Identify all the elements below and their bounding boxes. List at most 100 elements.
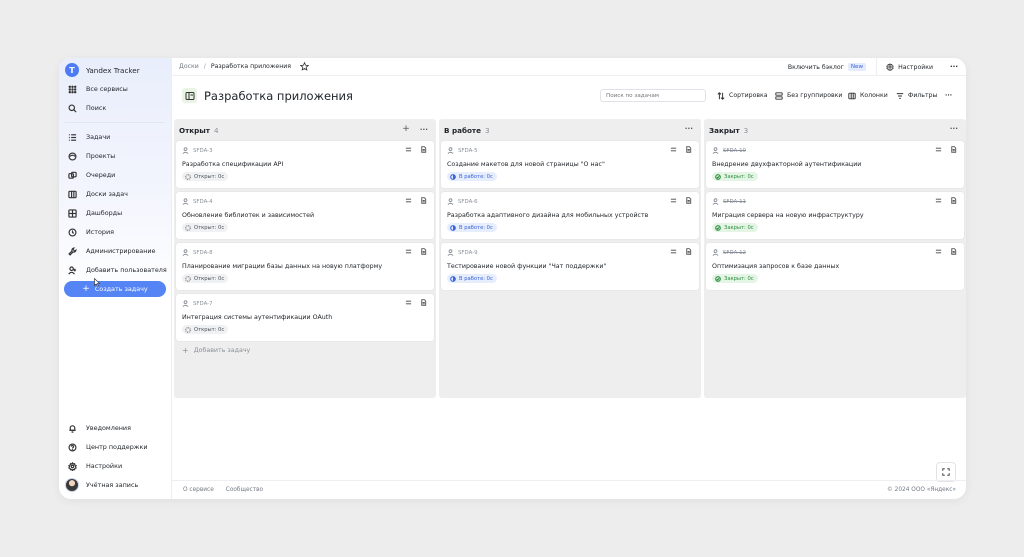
column-more-button[interactable]: ···: [685, 124, 693, 133]
footer-about-link[interactable]: О сервисе: [183, 487, 214, 493]
breadcrumb-boards[interactable]: Доски: [179, 63, 199, 70]
brand[interactable]: T Yandex Tracker: [65, 63, 140, 77]
assignee-icon: [182, 300, 189, 307]
sort-button[interactable]: Сортировка: [717, 90, 768, 101]
sidebar-item-add-user[interactable]: Добавить пользователя: [67, 263, 167, 277]
task-key[interactable]: SFDA-10: [723, 148, 746, 154]
status-label: Закрыт: 0с: [724, 173, 754, 180]
footer-community-link[interactable]: Сообщество: [226, 487, 263, 493]
column-more-button[interactable]: ···: [420, 125, 428, 134]
drag-handle-icon[interactable]: [405, 299, 412, 306]
columns-button[interactable]: Колонки: [848, 90, 888, 101]
task-title: Планирование миграции базы данных на нов…: [182, 263, 383, 270]
sidebar-item-label: Все сервисы: [86, 85, 128, 93]
open-status-icon: [185, 326, 191, 333]
task-key[interactable]: SFDA-6: [458, 199, 478, 205]
grid-icon: [67, 84, 77, 94]
drag-handle-icon[interactable]: [405, 197, 412, 204]
avatar: [65, 478, 79, 492]
task-key[interactable]: SFDA-4: [193, 199, 213, 205]
create-task-button[interactable]: + Создать задачу: [64, 281, 166, 297]
task-key[interactable]: SFDA-7: [193, 301, 213, 307]
drag-handle-icon[interactable]: [405, 146, 412, 153]
add-icon[interactable]: +: [402, 124, 410, 134]
task-card[interactable]: SFDA-8 Планирование миграции базы данных…: [176, 243, 434, 290]
sidebar-item-dashboards[interactable]: Дашборды: [67, 206, 122, 220]
sidebar-item-boards[interactable]: Доски задач: [67, 187, 128, 201]
sidebar-item-label: Администрирование: [86, 247, 156, 255]
task-card[interactable]: SFDA-3 Разработка спецификации API Откры…: [176, 141, 434, 188]
in-progress-status-icon: [450, 275, 456, 282]
board-settings-button[interactable]: Настройки: [886, 63, 933, 71]
wrench-icon: [67, 246, 77, 256]
check-circle-icon: [715, 275, 721, 282]
document-icon[interactable]: [685, 146, 692, 153]
status-badge: Открыт: 0с: [182, 274, 229, 283]
task-card[interactable]: SFDA-12 Оптимизация запросов к базе данн…: [706, 243, 964, 290]
sidebar-item-tasks[interactable]: Задачи: [67, 130, 110, 144]
sidebar-item-queues[interactable]: Очереди: [67, 168, 115, 182]
document-icon[interactable]: [950, 197, 957, 204]
document-icon[interactable]: [685, 197, 692, 204]
task-card[interactable]: SFDA-5 Создание макетов для новой страни…: [441, 141, 699, 188]
filters-button[interactable]: Фильтры: [896, 90, 937, 101]
sidebar-item-label: Уведомления: [86, 424, 131, 432]
column-header: Открыт 4 + ···: [179, 124, 431, 136]
task-card[interactable]: SFDA-9 Тестирование новой функции "Чат п…: [441, 243, 699, 290]
drag-handle-icon[interactable]: [935, 197, 942, 204]
header-more-button[interactable]: ···: [945, 90, 952, 101]
task-key[interactable]: SFDA-11: [723, 199, 746, 205]
task-key[interactable]: SFDA-8: [193, 250, 213, 256]
sidebar-item-label: Очереди: [86, 171, 116, 179]
sidebar-item-label: Центр поддержки: [86, 443, 148, 451]
task-card[interactable]: SFDA-10 Внедрение двухфакторной аутентиф…: [706, 141, 964, 188]
sidebar-item-support[interactable]: Центр поддержки: [67, 440, 148, 454]
column-more-button[interactable]: ···: [950, 124, 958, 133]
task-card[interactable]: SFDA-11 Миграция сервера на новую инфрас…: [706, 192, 964, 239]
document-icon[interactable]: [420, 197, 427, 204]
document-icon[interactable]: [950, 146, 957, 153]
sidebar-item-search[interactable]: Поиск: [67, 101, 106, 115]
status-badge: Открыт: 0с: [182, 223, 229, 232]
task-title: Тестирование новой функции "Чат поддержк…: [447, 263, 607, 270]
task-card[interactable]: SFDA-4 Обновление библиотек и зависимост…: [176, 192, 434, 239]
check-circle-icon: [715, 173, 721, 180]
drag-handle-icon[interactable]: [670, 248, 677, 255]
tracker-logo-icon: T: [65, 63, 79, 77]
task-key[interactable]: SFDA-3: [193, 148, 213, 154]
grouping-button[interactable]: Без группировки: [775, 90, 842, 101]
search-input[interactable]: [600, 89, 706, 102]
bell-icon: [67, 423, 77, 433]
drag-handle-icon[interactable]: [405, 248, 412, 255]
document-icon[interactable]: [420, 299, 427, 306]
drag-handle-icon[interactable]: [935, 146, 942, 153]
breadcrumb-current: Разработка приложения: [210, 63, 292, 70]
sort-icon: [717, 91, 725, 100]
drag-handle-icon[interactable]: [670, 146, 677, 153]
enable-backlog-link[interactable]: Включить бэклог: [788, 64, 844, 71]
task-key[interactable]: SFDA-9: [458, 250, 478, 256]
sidebar-item-history[interactable]: История: [67, 225, 114, 239]
sidebar-item-admin[interactable]: Администрирование: [67, 244, 155, 258]
task-card[interactable]: SFDA-7 Интеграция системы аутентификации…: [176, 294, 434, 341]
page-title: Разработка приложения: [204, 89, 353, 103]
fullscreen-button[interactable]: [936, 462, 956, 482]
more-menu-button[interactable]: ···: [950, 63, 958, 71]
task-key[interactable]: SFDA-5: [458, 148, 478, 154]
document-icon[interactable]: [420, 146, 427, 153]
sidebar-item-notifications[interactable]: Уведомления: [67, 421, 131, 435]
sidebar-item-account[interactable]: Учётная запись: [65, 478, 138, 492]
drag-handle-icon[interactable]: [935, 248, 942, 255]
sidebar-item-settings[interactable]: Настройки: [67, 459, 122, 473]
task-key[interactable]: SFDA-12: [723, 250, 746, 256]
add-task-button[interactable]: + Добавить задачу: [182, 346, 250, 355]
status-badge: В работе: 0с: [447, 172, 497, 181]
sidebar-item-projects[interactable]: Проекты: [67, 149, 115, 163]
star-icon[interactable]: [300, 62, 310, 71]
document-icon[interactable]: [950, 248, 957, 255]
drag-handle-icon[interactable]: [670, 197, 677, 204]
sidebar-item-all-services[interactable]: Все сервисы: [67, 82, 128, 96]
document-icon[interactable]: [420, 248, 427, 255]
task-card[interactable]: SFDA-6 Разработка адаптивного дизайна дл…: [441, 192, 699, 239]
document-icon[interactable]: [685, 248, 692, 255]
